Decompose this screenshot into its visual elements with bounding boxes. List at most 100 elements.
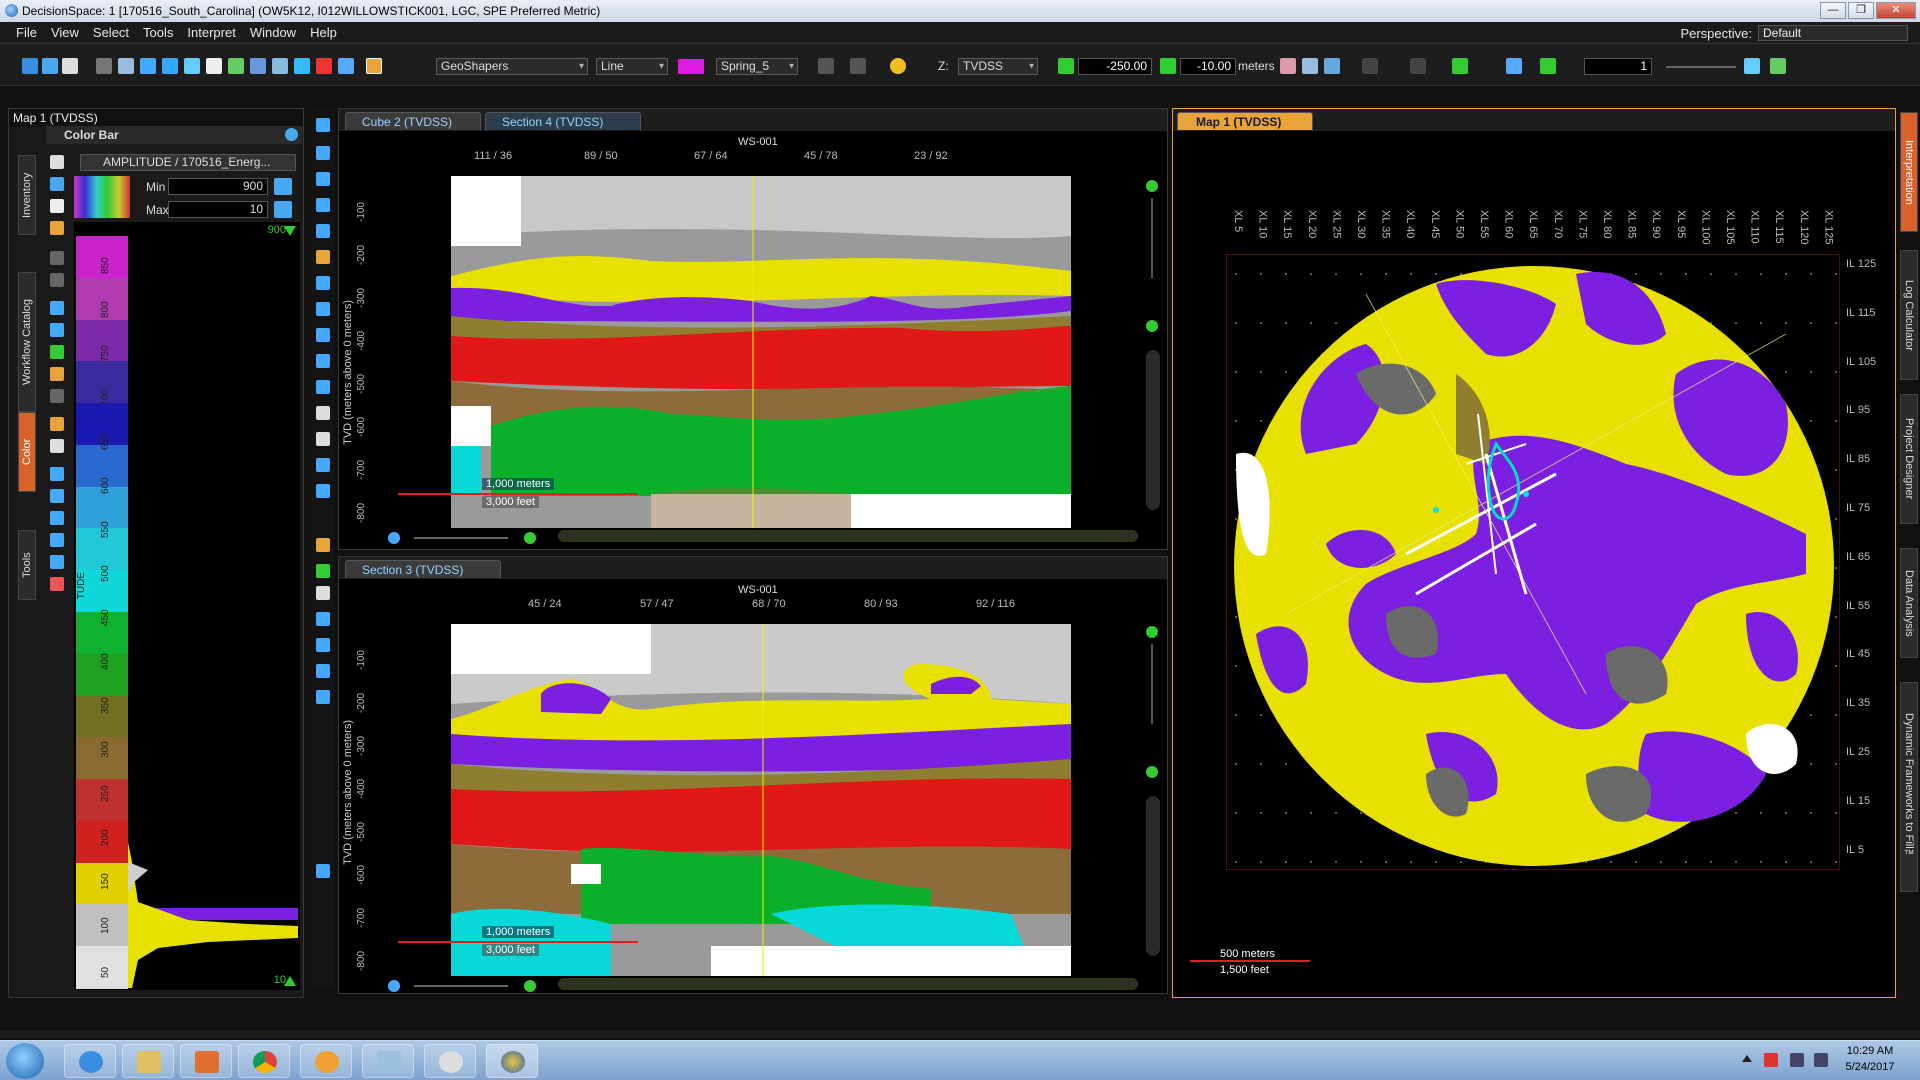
ruler-icon[interactable] <box>316 224 330 238</box>
paint-icon[interactable] <box>316 538 330 552</box>
hzoom-out-bottom-icon[interactable] <box>388 980 400 992</box>
record-icon[interactable] <box>316 58 332 74</box>
hzoom-slider[interactable] <box>414 537 508 539</box>
tab-workflow-catalog[interactable]: Workflow Catalog <box>18 272 36 412</box>
hzoom-in-icon[interactable] <box>524 532 536 544</box>
lock-icon[interactable] <box>50 389 64 403</box>
step-forward-icon[interactable] <box>1160 58 1176 74</box>
undo-icon[interactable] <box>818 58 834 74</box>
save-icon[interactable] <box>62 58 78 74</box>
table-icon[interactable] <box>1744 58 1760 74</box>
histogram-icon[interactable] <box>50 467 64 481</box>
line-section-icon[interactable] <box>316 484 330 498</box>
sun-icon[interactable] <box>890 58 906 74</box>
image-icon[interactable] <box>50 345 64 359</box>
perspective-select[interactable]: Default <box>1758 25 1908 41</box>
search-section-icon[interactable] <box>316 864 330 878</box>
tab-section-4[interactable]: Section 4 (TVDSS) <box>485 112 641 130</box>
taskbar-decisionspace[interactable] <box>486 1044 538 1078</box>
vzoom-in-icon[interactable] <box>1146 180 1158 192</box>
minimize-button[interactable]: — <box>1820 2 1846 19</box>
reload-icon[interactable] <box>50 177 64 191</box>
taskbar-paint[interactable] <box>424 1044 476 1078</box>
opacity-slider[interactable] <box>1666 66 1736 68</box>
tab-dynamic-frameworks[interactable]: Dynamic Frameworks to Fill™ <box>1900 682 1918 892</box>
brush-icon[interactable] <box>316 354 330 368</box>
vzoom-out-icon[interactable] <box>1146 320 1158 332</box>
section-top-seismic[interactable] <box>451 176 1071 528</box>
geoshapers-select[interactable]: GeoShapers <box>436 58 588 75</box>
fill-icon[interactable] <box>50 221 64 235</box>
step-input[interactable]: 1 <box>1584 58 1652 75</box>
colormap-select[interactable]: Spring_5 <box>716 58 798 75</box>
min-input[interactable]: 900 <box>168 178 268 195</box>
tray-expand-icon[interactable] <box>1742 1055 1752 1062</box>
clock-time[interactable]: 10:29 AM <box>1840 1045 1900 1057</box>
interpolate-icon[interactable] <box>50 323 64 337</box>
book-icon[interactable] <box>50 511 64 525</box>
depth-to-input[interactable]: -10.00 <box>1180 58 1236 75</box>
menu-window[interactable]: Window <box>250 25 296 40</box>
flip-icon[interactable] <box>50 301 64 315</box>
vzoom-out-bottom-icon[interactable] <box>1146 766 1158 778</box>
hzoom-in-bottom-icon[interactable] <box>524 980 536 992</box>
pan-icon[interactable] <box>1324 58 1340 74</box>
section-bottom-vscroll[interactable] <box>1146 626 1160 966</box>
refresh-max-icon[interactable] <box>274 201 292 218</box>
pick-horizon-icon[interactable] <box>316 250 330 264</box>
tab-log-calculator[interactable]: Log Calculator <box>1900 250 1918 380</box>
z-domain-select[interactable]: TVDSS <box>958 58 1038 75</box>
export-icon[interactable] <box>50 577 64 591</box>
depth-from-input[interactable]: -250.00 <box>1078 58 1152 75</box>
arrow-icon[interactable] <box>50 367 64 381</box>
line-select[interactable]: Line <box>596 58 668 75</box>
layers-icon[interactable] <box>50 555 64 569</box>
layout-icon[interactable] <box>228 58 244 74</box>
new-icon[interactable] <box>22 58 38 74</box>
refresh-min-icon[interactable] <box>274 178 292 195</box>
zoom-lower-icon[interactable] <box>316 690 330 704</box>
redo-color-icon[interactable] <box>50 273 64 287</box>
cursor-icon[interactable] <box>140 58 156 74</box>
home-icon[interactable] <box>1280 58 1296 74</box>
colorbar-icon[interactable] <box>50 155 64 169</box>
zoom-icon[interactable] <box>316 118 330 132</box>
tab-data-analysis[interactable]: Data Analysis <box>1900 548 1918 658</box>
target-icon[interactable] <box>316 564 330 578</box>
zoom-fit-icon[interactable] <box>1302 58 1318 74</box>
tab-map-1[interactable]: Map 1 (TVDSS) <box>1177 112 1313 130</box>
list-icon[interactable] <box>50 489 64 503</box>
save-color-icon[interactable] <box>50 417 64 431</box>
tab-inventory[interactable]: Inventory <box>18 155 36 235</box>
tab-color[interactable]: Color <box>18 412 36 492</box>
undo-color-icon[interactable] <box>50 251 64 265</box>
capture-icon[interactable] <box>316 638 330 652</box>
menu-view[interactable]: View <box>51 25 79 40</box>
bookmark-icon[interactable] <box>1362 58 1378 74</box>
hzoom-out-icon[interactable] <box>388 532 400 544</box>
palette-icon[interactable] <box>50 199 64 213</box>
grid-section-icon[interactable] <box>316 664 330 678</box>
section-top-vscroll[interactable] <box>1146 180 1160 520</box>
line-tool-icon[interactable] <box>1540 58 1556 74</box>
taskbar-app-note[interactable] <box>362 1044 414 1078</box>
taskbar-ie[interactable] <box>64 1044 116 1078</box>
tray-volume-icon[interactable] <box>1814 1053 1828 1067</box>
measure-icon[interactable] <box>162 58 178 74</box>
track-horizon-icon[interactable] <box>316 276 330 290</box>
menu-tools[interactable]: Tools <box>143 25 173 40</box>
tab-cube-2[interactable]: Cube 2 (TVDSS) <box>345 112 481 130</box>
section-bottom-seismic[interactable] <box>451 624 1071 976</box>
reset-view-icon[interactable] <box>316 198 330 212</box>
tab-section-3[interactable]: Section 3 (TVDSS) <box>345 560 501 578</box>
redo-icon[interactable] <box>850 58 866 74</box>
pick-icon[interactable] <box>1452 58 1468 74</box>
open-icon[interactable] <box>42 58 58 74</box>
zoom-out-icon[interactable] <box>316 172 330 186</box>
taskbar-app-orange[interactable] <box>300 1044 352 1078</box>
cube-section-icon[interactable] <box>316 432 330 446</box>
step-back-icon[interactable] <box>1058 58 1074 74</box>
grid-icon[interactable] <box>96 58 112 74</box>
edit-pencil-icon[interactable] <box>366 58 382 74</box>
fault-icon[interactable] <box>316 302 330 316</box>
